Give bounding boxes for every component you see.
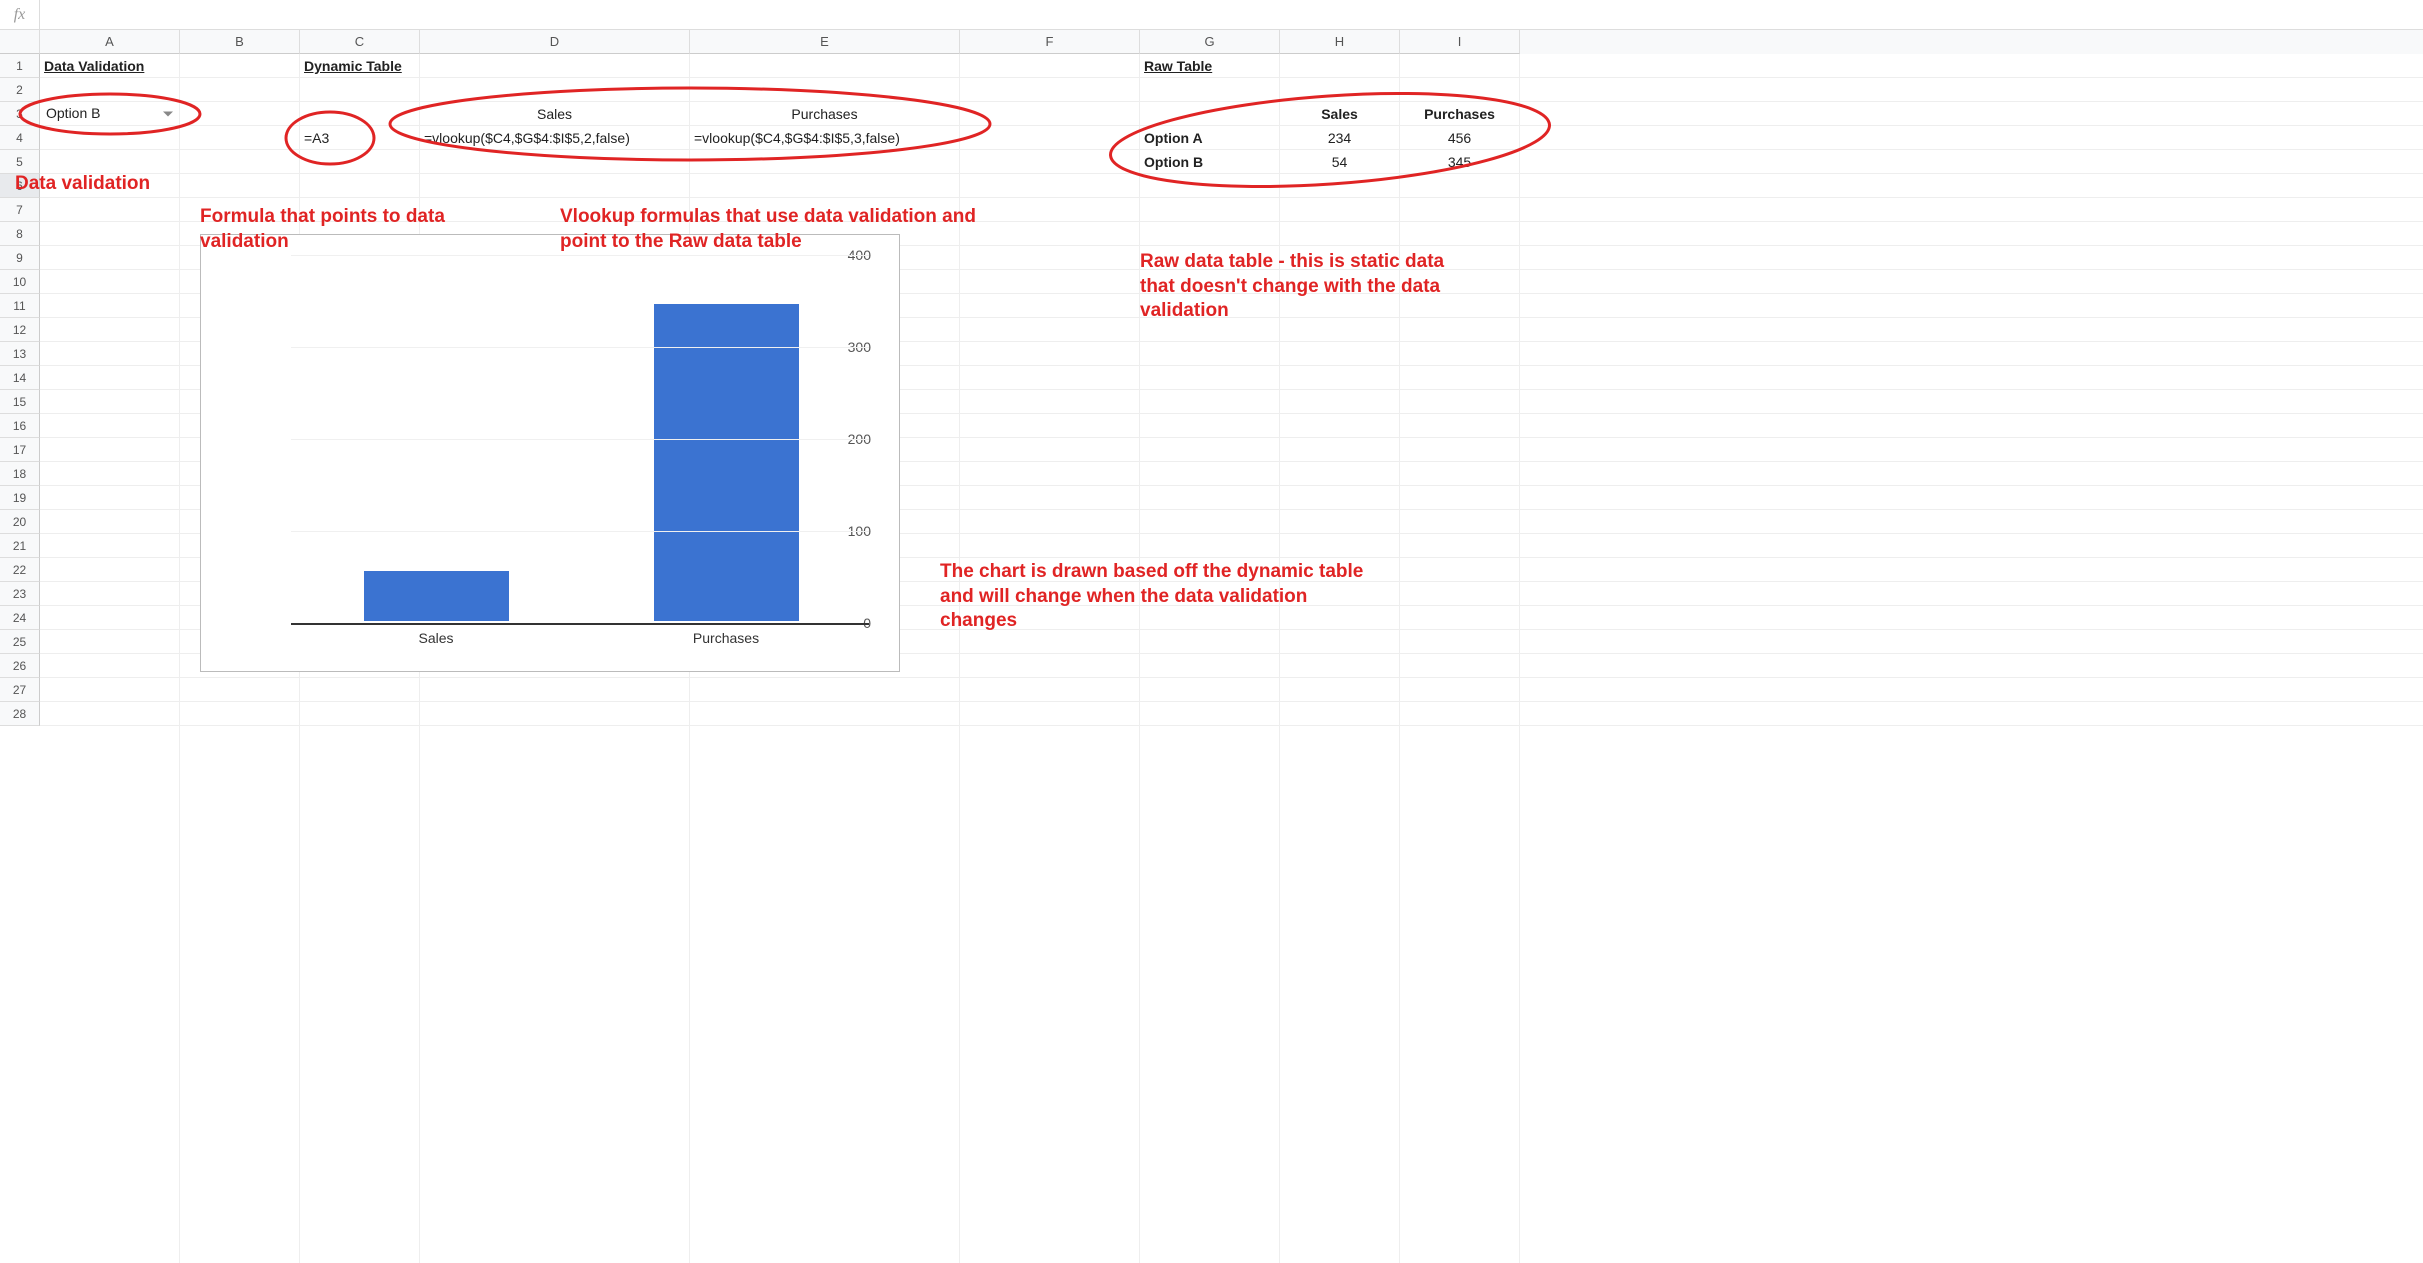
row-header-23[interactable]: 23 — [0, 582, 40, 606]
dynamic-col-sales: Sales — [420, 102, 690, 126]
row-header-15[interactable]: 15 — [0, 390, 40, 414]
raw-row-purchases: 345 — [1400, 150, 1520, 174]
row-headers: 1234567891011121314151617181920212223242… — [0, 54, 40, 726]
row-header-7[interactable]: 7 — [0, 198, 40, 222]
anno-chart: The chart is drawn based off the dynamic… — [940, 560, 1380, 634]
chart-bar — [364, 571, 509, 621]
raw-row-option: Option A — [1140, 126, 1280, 150]
anno-formula-points: Formula that points to data validation — [200, 205, 460, 254]
column-header-H[interactable]: H — [1280, 30, 1400, 54]
chart-plot-area: SalesPurchases — [291, 255, 869, 621]
data-validation-dropdown[interactable]: Option B — [40, 102, 180, 126]
row-header-2[interactable]: 2 — [0, 78, 40, 102]
column-headers: ABCDEFGHI — [0, 30, 2423, 54]
chart-x-label: Purchases — [581, 630, 871, 646]
raw-col-sales: Sales — [1280, 102, 1400, 126]
row-header-26[interactable]: 26 — [0, 654, 40, 678]
row-header-13[interactable]: 13 — [0, 342, 40, 366]
row-header-27[interactable]: 27 — [0, 678, 40, 702]
row-header-28[interactable]: 28 — [0, 702, 40, 726]
row-header-9[interactable]: 9 — [0, 246, 40, 270]
spreadsheet-app: fx ABCDEFGHI 123456789101112131415161718… — [0, 0, 2423, 1263]
chart-bar — [654, 304, 799, 621]
column-header-I[interactable]: I — [1400, 30, 1520, 54]
column-header-E[interactable]: E — [690, 30, 960, 54]
row-header-11[interactable]: 11 — [0, 294, 40, 318]
column-header-A[interactable]: A — [40, 30, 180, 54]
column-header-B[interactable]: B — [180, 30, 300, 54]
header-dynamic-table: Dynamic Table — [300, 54, 420, 78]
row-header-17[interactable]: 17 — [0, 438, 40, 462]
row-header-10[interactable]: 10 — [0, 270, 40, 294]
dropdown-value: Option B — [46, 105, 100, 121]
row-header-4[interactable]: 4 — [0, 126, 40, 150]
header-data-validation: Data Validation — [40, 54, 180, 78]
column-header-D[interactable]: D — [420, 30, 690, 54]
row-header-1[interactable]: 1 — [0, 54, 40, 78]
raw-row-option: Option B — [1140, 150, 1280, 174]
raw-row-sales: 54 — [1280, 150, 1400, 174]
select-all-corner[interactable] — [0, 30, 40, 54]
embedded-chart[interactable]: SalesPurchases 0100200300400 — [200, 234, 900, 672]
row-header-5[interactable]: 5 — [0, 150, 40, 174]
fx-icon: fx — [0, 0, 40, 29]
formula-input[interactable] — [40, 0, 2423, 29]
column-header-F[interactable]: F — [960, 30, 1140, 54]
column-header-G[interactable]: G — [1140, 30, 1280, 54]
chart-x-label: Sales — [291, 630, 581, 646]
row-header-19[interactable]: 19 — [0, 486, 40, 510]
formula-bar: fx — [0, 0, 2423, 30]
dynamic-purchases-formula[interactable]: =vlookup($C4,$G$4:$I$5,3,false) — [690, 126, 960, 150]
chart-plot: SalesPurchases 0100200300400 — [221, 245, 879, 651]
row-header-20[interactable]: 20 — [0, 510, 40, 534]
raw-col-purchases: Purchases — [1400, 102, 1520, 126]
row-header-16[interactable]: 16 — [0, 414, 40, 438]
raw-row-sales: 234 — [1280, 126, 1400, 150]
row-header-21[interactable]: 21 — [0, 534, 40, 558]
row-header-18[interactable]: 18 — [0, 462, 40, 486]
anno-data-validation: Data validation — [15, 172, 150, 197]
row-header-22[interactable]: 22 — [0, 558, 40, 582]
column-header-C[interactable]: C — [300, 30, 420, 54]
row-header-25[interactable]: 25 — [0, 630, 40, 654]
chevron-down-icon — [163, 111, 173, 116]
dynamic-ref-cell[interactable]: =A3 — [300, 126, 420, 150]
grid: ABCDEFGHI 123456789101112131415161718192… — [0, 30, 2423, 1263]
anno-raw: Raw data table - this is static data tha… — [1140, 250, 1480, 324]
dynamic-col-purchases: Purchases — [690, 102, 960, 126]
header-raw-table: Raw Table — [1140, 54, 1280, 78]
row-header-14[interactable]: 14 — [0, 366, 40, 390]
row-header-8[interactable]: 8 — [0, 222, 40, 246]
row-header-12[interactable]: 12 — [0, 318, 40, 342]
row-header-3[interactable]: 3 — [0, 102, 40, 126]
anno-vlookup: Vlookup formulas that use data validatio… — [560, 205, 1020, 254]
raw-row-purchases: 456 — [1400, 126, 1520, 150]
row-header-24[interactable]: 24 — [0, 606, 40, 630]
dynamic-sales-formula[interactable]: =vlookup($C4,$G$4:$I$5,2,false) — [420, 126, 690, 150]
